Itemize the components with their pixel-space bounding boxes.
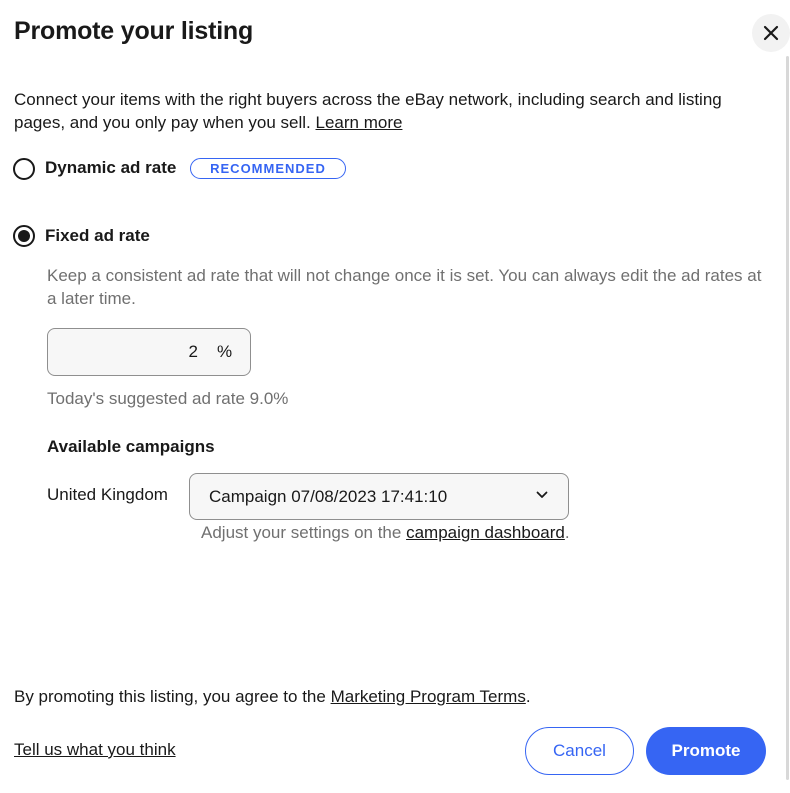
intro-text: Connect your items with the right buyers… xyxy=(14,88,754,134)
adjust-prefix: Adjust your settings on the xyxy=(201,523,402,542)
close-button[interactable] xyxy=(752,14,790,52)
feedback-link[interactable]: Tell us what you think xyxy=(14,740,176,760)
scrollbar-thumb[interactable] xyxy=(786,56,789,780)
ad-rate-value: 2 xyxy=(188,342,198,361)
promote-button[interactable]: Promote xyxy=(646,727,766,775)
campaign-select-value: Campaign 07/08/2023 17:41:10 xyxy=(209,487,448,506)
learn-more-link[interactable]: Learn more xyxy=(316,113,403,132)
terms-text: By promoting this listing, you agree to … xyxy=(14,687,531,707)
recommended-badge: RECOMMENDED xyxy=(190,158,346,179)
radio-selected-dot xyxy=(18,230,30,242)
available-campaigns-heading: Available campaigns xyxy=(47,437,215,456)
ad-rate-input[interactable]: 2 % xyxy=(47,328,251,376)
campaign-dashboard-link[interactable]: campaign dashboard xyxy=(406,523,565,542)
terms-suffix: . xyxy=(525,687,531,706)
chevron-down-icon xyxy=(536,491,548,498)
marketing-program-terms-link[interactable]: Marketing Program Terms xyxy=(331,687,526,706)
cancel-button[interactable]: Cancel xyxy=(525,727,634,775)
suggested-ad-rate: Today's suggested ad rate 9.0% xyxy=(47,389,289,408)
promote-listing-dialog: Promote your listing Connect your items … xyxy=(0,0,790,793)
dialog-title: Promote your listing xyxy=(14,17,254,45)
campaign-select[interactable]: Campaign 07/08/2023 17:41:10 xyxy=(189,473,569,520)
campaign-country-label: United Kingdom xyxy=(47,485,168,504)
campaign-adjust-hint: Adjust your settings on the campaign das… xyxy=(201,523,570,543)
adjust-suffix: . xyxy=(564,523,570,542)
fixed-ad-rate-label[interactable]: Fixed ad rate xyxy=(45,226,150,246)
dynamic-ad-rate-radio[interactable] xyxy=(13,158,35,180)
ad-rate-unit: % xyxy=(217,342,233,361)
dynamic-ad-rate-label[interactable]: Dynamic ad rate xyxy=(45,158,176,178)
fixed-rate-description: Keep a consistent ad rate that will not … xyxy=(47,266,762,308)
terms-prefix: By promoting this listing, you agree to … xyxy=(14,687,326,706)
fixed-ad-rate-radio[interactable] xyxy=(13,225,35,247)
close-icon xyxy=(763,25,779,41)
